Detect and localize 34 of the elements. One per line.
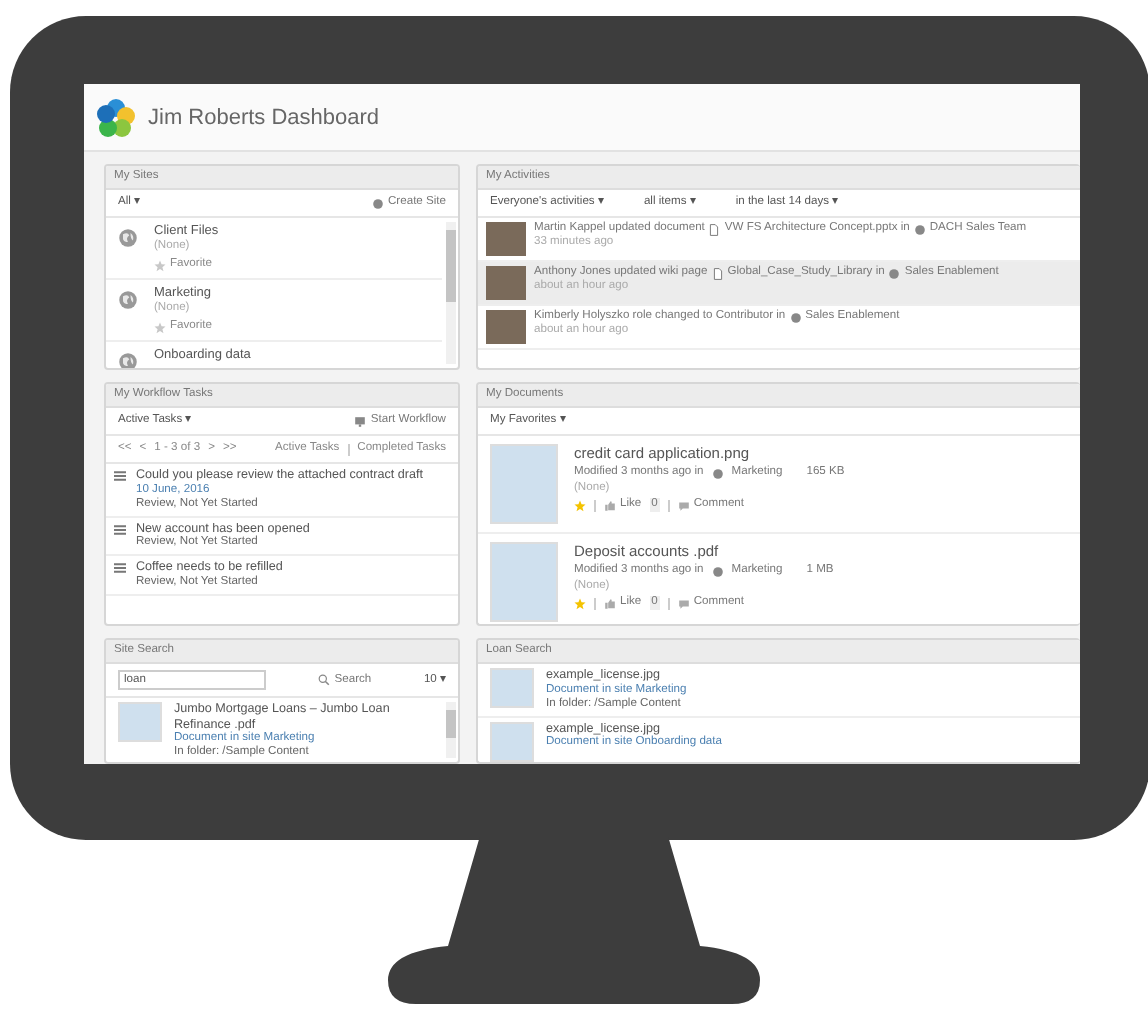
license-thumbnail[interactable]	[490, 721, 534, 761]
thumbs-up-icon	[604, 499, 616, 511]
globe-icon	[913, 223, 926, 235]
avatar-photo-placeholder	[486, 222, 526, 256]
globe-icon	[118, 290, 138, 310]
speech-bubble-icon	[677, 499, 690, 511]
avatar-photo-placeholder	[486, 266, 526, 300]
document-thumbnail[interactable]	[490, 542, 558, 622]
globe-icon	[888, 267, 901, 279]
globe-icon	[711, 467, 724, 479]
scrollbar[interactable]	[446, 222, 456, 364]
avatar-photo-placeholder	[486, 310, 526, 344]
task-icon	[114, 562, 126, 574]
favorite-star-icon[interactable]	[574, 499, 586, 511]
globe-icon	[711, 565, 724, 577]
speech-bubble-icon	[677, 597, 690, 609]
document-icon	[708, 223, 721, 235]
document-thumbnail[interactable]	[490, 444, 558, 524]
thumbs-up-icon	[604, 597, 616, 609]
license-thumbnail[interactable]	[490, 668, 534, 708]
globe-icon	[372, 197, 384, 209]
document-icon	[711, 267, 724, 279]
scrollbar[interactable]	[446, 702, 456, 758]
task-icon	[114, 470, 126, 482]
dashboard-title: Jim Roberts Dashboard	[148, 105, 380, 129]
globe-icon	[118, 228, 138, 248]
flower-logo-icon	[96, 97, 136, 137]
globe-icon	[118, 352, 138, 368]
favorite-star-icon[interactable]	[574, 597, 586, 609]
monitor-icon	[354, 415, 367, 427]
document-thumbnail[interactable]	[118, 702, 162, 742]
globe-icon	[789, 311, 802, 323]
search-icon	[318, 674, 331, 686]
task-icon	[114, 523, 126, 535]
